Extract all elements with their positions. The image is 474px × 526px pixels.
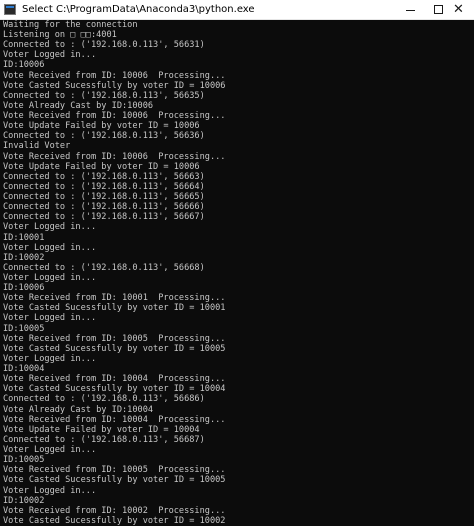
console-line: Voter Logged in... bbox=[3, 313, 97, 324]
minimize-button[interactable] bbox=[394, 0, 424, 20]
console-line: ID:10001 bbox=[3, 232, 45, 243]
console-line: Vote Casted Sucessfully by voter ID = 10… bbox=[3, 343, 226, 354]
console-line: Connected to : ('192.168.0.113', 56635) bbox=[3, 90, 205, 101]
console-line: Invalid Voter bbox=[3, 141, 71, 152]
console-line: Listening on □ □□:4001 bbox=[3, 30, 117, 41]
console-line: Connected to : ('192.168.0.113', 56666) bbox=[3, 202, 205, 213]
console-line: Connected to : ('192.168.0.113', 56664) bbox=[3, 181, 205, 192]
console-line: Vote Already Cast by ID:10006 bbox=[3, 100, 154, 111]
window-title: Select C:\ProgramData\Anaconda3\python.e… bbox=[22, 4, 255, 15]
console-line: Vote Received from ID: 10002 Processing.… bbox=[3, 505, 226, 516]
maximize-icon bbox=[434, 5, 443, 14]
console-line: ID:10006 bbox=[3, 283, 45, 294]
console-line: ID:10005 bbox=[3, 455, 45, 466]
console-line: Vote Casted Sucessfully by voter ID = 10… bbox=[3, 80, 226, 91]
console-line: Connected to : ('192.168.0.113', 56663) bbox=[3, 171, 205, 182]
console-line: Vote Received from ID: 10004 Processing.… bbox=[3, 414, 226, 425]
console-line: Vote Received from ID: 10001 Processing.… bbox=[3, 293, 226, 304]
console-line: Vote Casted Sucessfully by voter ID = 10… bbox=[3, 515, 226, 526]
console-line: ID:10002 bbox=[3, 252, 45, 263]
console-app-icon[interactable] bbox=[4, 4, 16, 15]
console-line: Voter Logged in... bbox=[3, 273, 97, 283]
console-line: Voter Logged in... bbox=[3, 485, 97, 496]
console-line: ID:10004 bbox=[3, 364, 45, 375]
console-line: Connected to : ('192.168.0.113', 56636) bbox=[3, 131, 205, 142]
console-line: Voter Logged in... bbox=[3, 222, 97, 233]
console-line: Connected to : ('192.168.0.113', 56665) bbox=[3, 192, 205, 203]
console-line: Vote Update Failed by voter ID = 10006 bbox=[3, 161, 200, 172]
console-line: Voter Logged in... bbox=[3, 50, 97, 61]
close-icon: ✕ bbox=[453, 2, 464, 17]
close-button[interactable]: ✕ bbox=[444, 0, 474, 20]
console-line: Vote Received from ID: 10005 Processing.… bbox=[3, 333, 226, 344]
console-line: ID:10005 bbox=[3, 323, 45, 334]
console-line: Voter Logged in... bbox=[3, 242, 97, 253]
console-line: Connected to : ('192.168.0.113', 56687) bbox=[3, 434, 205, 445]
console-line: Vote Received from ID: 10006 Processing.… bbox=[3, 111, 226, 122]
console-line: Vote Received from ID: 10006 Processing.… bbox=[3, 70, 226, 81]
console-line: Vote Update Failed by voter ID = 10006 bbox=[3, 121, 200, 132]
console-line: Vote Casted Sucessfully by voter ID = 10… bbox=[3, 384, 226, 395]
console-line: Vote Received from ID: 10004 Processing.… bbox=[3, 374, 226, 385]
console-line: Waiting for the connection bbox=[3, 20, 138, 30]
console-line: Vote Received from ID: 10006 Processing.… bbox=[3, 151, 226, 162]
console-line: ID:10006 bbox=[3, 60, 45, 71]
console-line: Voter Logged in... bbox=[3, 445, 97, 456]
console-line: ID:10002 bbox=[3, 495, 45, 506]
console-line: Connected to : ('192.168.0.113', 56631) bbox=[3, 40, 205, 51]
console-line: Vote Already Cast by ID:10004 bbox=[3, 404, 154, 415]
minimize-icon bbox=[406, 10, 415, 11]
console-line: Vote Casted Sucessfully by voter ID = 10… bbox=[3, 303, 226, 314]
console-line: Connected to : ('192.168.0.113', 56668) bbox=[3, 262, 205, 273]
console-output[interactable]: Waiting for the connection Listening on □… bbox=[0, 20, 474, 526]
console-line: Connected to : ('192.168.0.113', 56686) bbox=[3, 394, 205, 405]
console-line: Connected to : ('192.168.0.113', 56667) bbox=[3, 212, 205, 223]
console-window: Select C:\ProgramData\Anaconda3\python.e… bbox=[0, 0, 474, 526]
console-line: Vote Update Failed by voter ID = 10004 bbox=[3, 424, 200, 435]
title-bar[interactable]: Select C:\ProgramData\Anaconda3\python.e… bbox=[0, 0, 474, 20]
console-line: Vote Received from ID: 10005 Processing.… bbox=[3, 465, 226, 476]
console-line: Vote Casted Sucessfully by voter ID = 10… bbox=[3, 475, 226, 486]
console-line: Voter Logged in... bbox=[3, 353, 97, 364]
